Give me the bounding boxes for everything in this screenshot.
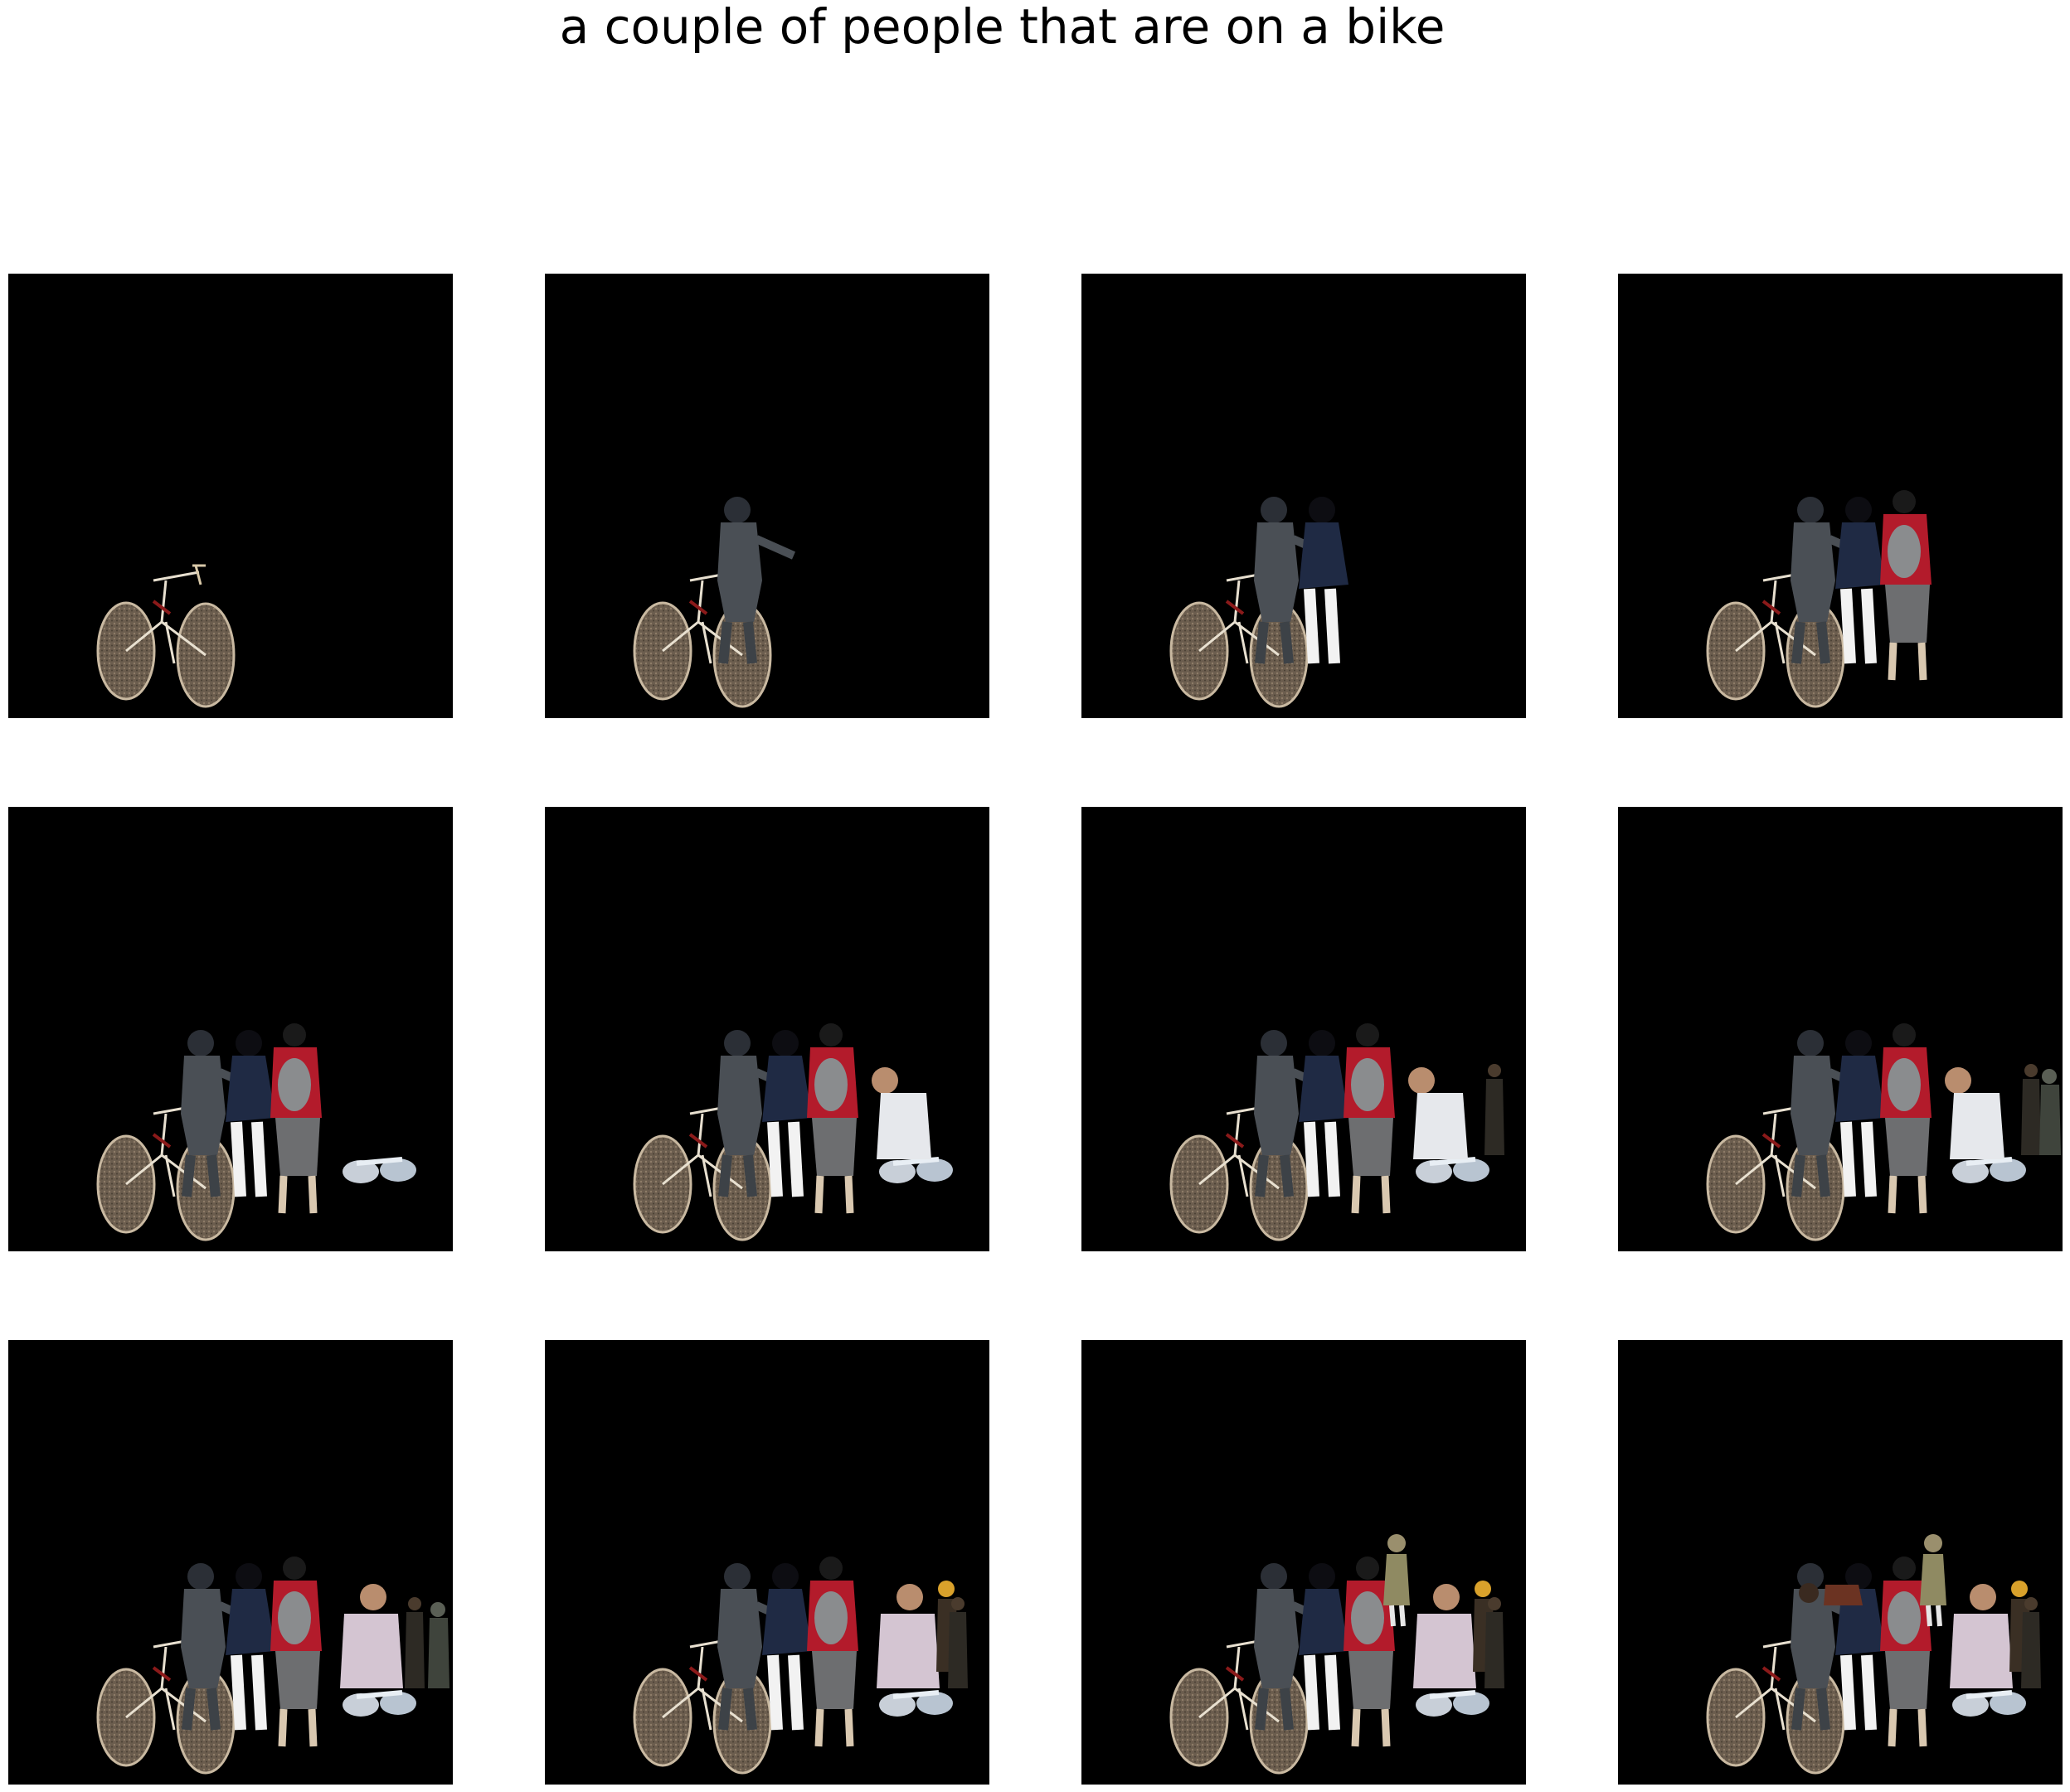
- panel-image: [1706, 1023, 2061, 1241]
- white-bike-shape: [343, 1157, 416, 1183]
- white-bike-shape: [1952, 1157, 2026, 1183]
- white-shirt-man-shape: [1945, 1067, 2004, 1159]
- panel-image: [1169, 1023, 1504, 1241]
- dark-figure-2-shape: [2039, 1069, 2061, 1155]
- pink-shirt-man-shape: [340, 1584, 403, 1688]
- red-backpack-person-shape: [807, 1556, 858, 1747]
- white-bike-shape: [1952, 1690, 2026, 1717]
- panel-image: [633, 497, 796, 708]
- bicycle-shape: [96, 564, 236, 708]
- white-bike-shape: [879, 1157, 953, 1183]
- panel-9: [8, 1340, 453, 1785]
- panel-3: [1081, 274, 1526, 718]
- panel-6: [545, 807, 989, 1251]
- pink-shirt-man-shape: [877, 1584, 940, 1688]
- panel-12: [1618, 1340, 2063, 1785]
- figure-title: a couple of people that are on a bike: [559, 0, 1446, 55]
- panel-image: [96, 564, 236, 708]
- red-backpack-person-shape: [270, 1556, 322, 1747]
- panel-8: [1618, 807, 2063, 1251]
- panel-10: [545, 1340, 989, 1785]
- dark-figures-shape: [405, 1597, 449, 1688]
- dark-face-shape: [1799, 1583, 1863, 1605]
- panel-image: [633, 1023, 953, 1241]
- white-bike-shape: [879, 1690, 953, 1717]
- pink-shirt-man-shape: [1950, 1584, 2013, 1688]
- panel-5: [8, 807, 453, 1251]
- panel-4: [1618, 274, 2063, 718]
- red-backpack-person-shape: [270, 1023, 322, 1214]
- panel-1: [8, 274, 453, 718]
- red-backpack-person-shape: [1880, 1023, 1932, 1214]
- panel-7: [1081, 807, 1526, 1251]
- pink-shirt-man-shape: [1413, 1584, 1476, 1688]
- red-backpack-person-shape: [1880, 490, 1932, 681]
- dark-figure-shape: [1484, 1064, 1504, 1155]
- panel-image: [1169, 497, 1348, 708]
- white-bike-shape: [1416, 1157, 1489, 1183]
- panel-11: [1081, 1340, 1526, 1785]
- panel-2: [545, 274, 989, 718]
- white-shirt-man-shape: [1408, 1067, 1468, 1159]
- white-bike-shape: [1416, 1690, 1489, 1717]
- dark-figure-shape: [2021, 1064, 2041, 1155]
- panel-image: [96, 1023, 416, 1241]
- red-backpack-person-shape: [1344, 1023, 1395, 1214]
- panel-image: [633, 1556, 968, 1775]
- panel-image: [96, 1556, 449, 1775]
- panel-image: [1706, 490, 1932, 708]
- white-shirt-man-shape: [872, 1067, 931, 1159]
- red-backpack-person-shape: [807, 1023, 858, 1214]
- panel-image: [1706, 1534, 2041, 1775]
- white-bike-shape: [343, 1690, 416, 1717]
- panel-image: [1169, 1534, 1504, 1775]
